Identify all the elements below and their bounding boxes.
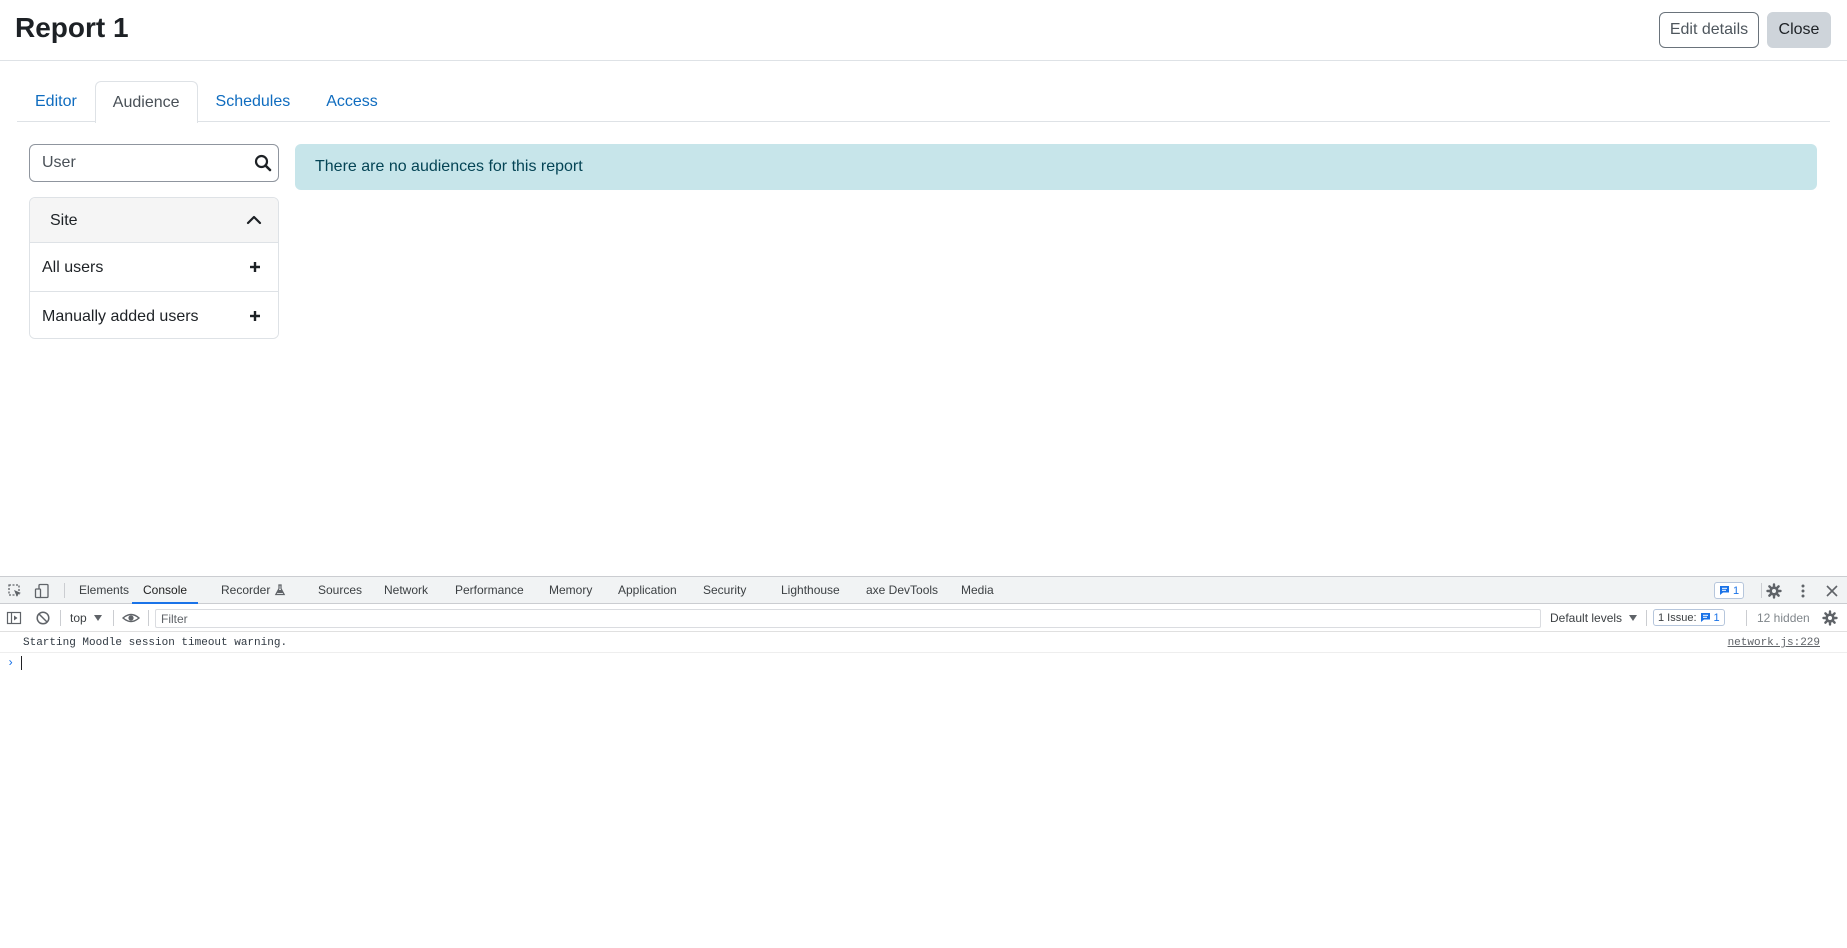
toolbar-divider [148, 610, 149, 626]
search-icon[interactable] [254, 154, 272, 172]
plus-icon[interactable] [249, 261, 261, 273]
dropdown-caret-icon [1629, 615, 1637, 621]
devtools-tab-console[interactable]: Console [132, 577, 199, 604]
console-filter-bar: top Default levels 1 Issue: [0, 605, 1847, 632]
audience-item-all-users[interactable]: All users [30, 244, 278, 292]
user-search [29, 144, 279, 182]
no-audiences-alert: There are no audiences for this report [295, 144, 1817, 190]
console-filter [155, 609, 1541, 628]
search-input[interactable] [30, 145, 242, 181]
console-message-text: Starting Moodle session timeout warning. [23, 637, 288, 649]
report-header: Report 1 Edit details Close [0, 0, 1847, 61]
dropdown-caret-icon [94, 615, 102, 621]
eye-icon[interactable] [122, 610, 140, 626]
text-caret [21, 656, 22, 670]
site-section-header[interactable]: Site [30, 198, 278, 243]
toolbar-divider [1761, 583, 1762, 598]
console-message: Starting Moodle session timeout warning.… [0, 633, 1847, 653]
console-filter-input[interactable] [156, 610, 1540, 627]
device-toolbar-icon[interactable] [34, 583, 50, 599]
site-section-label: Site [50, 212, 78, 229]
issues-label: 1 Issue: [1658, 611, 1697, 624]
tab-schedules[interactable]: Schedules [198, 81, 309, 122]
issues-badge-count: 1 [1733, 584, 1740, 597]
edit-details-button[interactable]: Edit details [1659, 12, 1759, 48]
issues-count: 1 [1713, 611, 1720, 624]
audience-item-label: Manually added users [42, 308, 199, 325]
devtools-tab-performance[interactable]: Performance [455, 577, 524, 604]
inspect-element-icon[interactable] [7, 583, 23, 599]
devtools-tab-recorder[interactable]: Recorder [221, 577, 270, 604]
tab-audience[interactable]: Audience [94, 81, 198, 123]
toolbar-divider [60, 610, 61, 626]
prompt-chevron-icon: › [7, 656, 15, 670]
devtools-tab-media[interactable]: Media [961, 577, 994, 604]
console-settings-icon[interactable] [1822, 610, 1838, 626]
more-options-icon[interactable] [1795, 583, 1811, 599]
devtools-tab-memory[interactable]: Memory [549, 577, 592, 604]
devtools-panel: Elements Console Recorder Sources Networ… [0, 576, 1847, 948]
log-levels-dropdown[interactable]: Default levels [1550, 611, 1622, 625]
toolbar-divider [1746, 610, 1747, 626]
audience-type-panel: Site All users Manually added users [29, 197, 279, 339]
console-source-link[interactable]: network.js:229 [1728, 637, 1820, 649]
devtools-tab-security[interactable]: Security [703, 577, 746, 604]
devtools-tab-elements[interactable]: Elements [79, 577, 129, 604]
devtools-toolbar: Elements Console Recorder Sources Networ… [0, 577, 1847, 604]
hidden-messages-count: 12 hidden [1757, 611, 1810, 625]
report-tabs: Editor Audience Schedules Access [17, 81, 1830, 123]
page: Report 1 Edit details Close Editor Audie… [0, 0, 1847, 948]
sidebar-toggle-icon[interactable] [6, 610, 22, 626]
devtools-tab-application[interactable]: Application [618, 577, 677, 604]
toolbar-divider [1646, 610, 1647, 626]
message-icon [1700, 613, 1710, 622]
audience-item-manually-added-users[interactable]: Manually added users [30, 293, 278, 338]
audience-item-label: All users [42, 259, 104, 276]
flask-icon [274, 584, 286, 596]
chevron-up-icon [246, 215, 262, 225]
context-selector[interactable]: top [70, 611, 87, 625]
page-title: Report 1 [15, 12, 129, 43]
devtools-tab-sources[interactable]: Sources [318, 577, 362, 604]
clear-console-icon[interactable] [35, 610, 51, 626]
toolbar-divider [113, 610, 114, 626]
close-icon[interactable] [1824, 583, 1840, 599]
devtools-tab-axe-devtools[interactable]: axe DevTools [866, 577, 938, 604]
alert-text: There are no audiences for this report [315, 158, 583, 175]
devtools-tab-network[interactable]: Network [384, 577, 428, 604]
issues-badge[interactable]: 1 [1714, 582, 1745, 599]
toolbar-divider [64, 583, 65, 598]
devtools-tab-lighthouse[interactable]: Lighthouse [781, 577, 840, 604]
plus-icon[interactable] [249, 310, 261, 322]
issues-counter[interactable]: 1 Issue: 1 [1653, 609, 1725, 626]
tab-editor[interactable]: Editor [17, 81, 95, 122]
close-button[interactable]: Close [1767, 12, 1831, 48]
console-prompt[interactable]: › [0, 653, 1847, 673]
gear-icon[interactable] [1766, 583, 1782, 599]
tab-access[interactable]: Access [308, 81, 396, 122]
message-icon [1720, 586, 1729, 595]
